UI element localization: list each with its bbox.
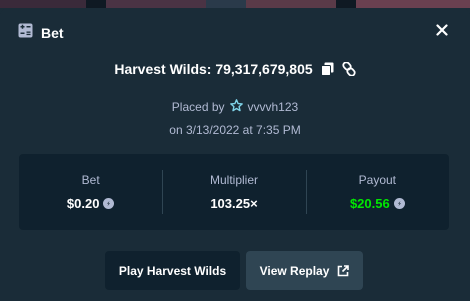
bet-date: on 3/13/2022 at 7:35 PM bbox=[169, 123, 301, 137]
coin-icon bbox=[103, 198, 115, 209]
stat-bet: Bet $0.20 bbox=[19, 154, 162, 230]
copy-icon bbox=[320, 62, 334, 76]
stat-payout-value: $20.56 bbox=[349, 196, 390, 211]
stat-bet-value: $0.20 bbox=[66, 196, 100, 211]
stat-multiplier-label: Multiplier bbox=[209, 173, 258, 187]
game-bet-id: Harvest Wilds: 79,317,679,805 bbox=[114, 61, 313, 77]
stat-bet-value-row: $0.20 bbox=[67, 196, 115, 211]
modal-title: Bet bbox=[41, 25, 64, 41]
bet-stats-panel: Bet $0.20 Multiplier 103.25× Payout $20.… bbox=[19, 154, 449, 230]
external-link-icon bbox=[338, 264, 350, 276]
modal-header: Bet bbox=[18, 23, 64, 43]
stat-payout-value-row: $20.56 bbox=[350, 196, 405, 211]
play-game-button[interactable]: Play Harvest Wilds bbox=[105, 251, 240, 290]
close-button[interactable] bbox=[434, 22, 450, 38]
link-icon bbox=[342, 62, 356, 76]
copy-button[interactable] bbox=[320, 62, 334, 76]
close-icon bbox=[436, 24, 448, 36]
placed-by-label: Placed by bbox=[171, 100, 225, 114]
game-bet-id-line: Harvest Wilds: 79,317,679,805 bbox=[0, 61, 470, 77]
bet-slip-icon bbox=[18, 23, 33, 43]
stat-multiplier-value: 103.25× bbox=[210, 196, 258, 211]
view-replay-button[interactable]: View Replay bbox=[246, 251, 363, 290]
stat-multiplier: Multiplier 103.25× bbox=[162, 154, 305, 230]
view-replay-button-label: View Replay bbox=[259, 263, 330, 278]
background-strip bbox=[0, 0, 470, 8]
play-game-button-label: Play Harvest Wilds bbox=[118, 263, 227, 278]
vip-star-icon bbox=[229, 99, 243, 115]
bet-details-modal: Bet Harvest Wilds: 79,317,679,805 Placed… bbox=[0, 8, 470, 301]
share-link-button[interactable] bbox=[342, 62, 356, 76]
username-link[interactable]: vvvvh123 bbox=[248, 100, 299, 114]
stat-bet-label: Bet bbox=[81, 173, 100, 187]
coin-icon bbox=[393, 198, 405, 209]
placed-by-line: Placed by vvvvh123 bbox=[0, 99, 470, 115]
stat-payout-label: Payout bbox=[358, 173, 396, 187]
stat-payout: Payout $20.56 bbox=[305, 154, 449, 230]
